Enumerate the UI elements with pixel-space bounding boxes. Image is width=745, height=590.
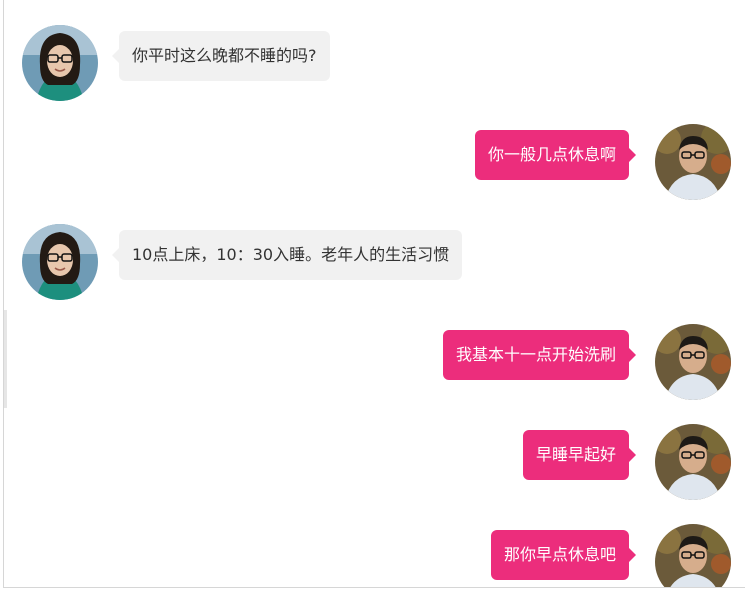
user-avatar[interactable] (655, 524, 731, 587)
message-text: 10点上床，10：30入睡。老年人的生活习惯 (132, 245, 450, 264)
user-avatar[interactable] (655, 124, 731, 200)
contact-avatar[interactable] (22, 25, 98, 101)
message-row-outgoing: 我基本十一点开始洗刷 (391, 324, 731, 400)
message-bubble[interactable]: 你平时这么晚都不睡的吗? (112, 31, 330, 81)
message-bubble[interactable]: 那你早点休息吧 (490, 530, 637, 580)
chat-window: 你平时这么晚都不睡的吗? 你一般几点休息啊 10点上床，10：30入睡。老年人的… (3, 0, 745, 588)
message-row-outgoing: 你一般几点休息啊 (431, 124, 731, 200)
message-bubble[interactable]: 早睡早起好 (522, 430, 637, 480)
message-bubble[interactable]: 我基本十一点开始洗刷 (442, 330, 637, 380)
message-text: 你一般几点休息啊 (487, 145, 616, 164)
message-row-outgoing: 早睡早起好 (471, 424, 731, 500)
message-text: 早睡早起好 (535, 445, 616, 464)
scroll-indicator[interactable] (4, 310, 7, 408)
message-bubble[interactable]: 10点上床，10：30入睡。老年人的生活习惯 (111, 230, 463, 280)
message-text: 你平时这么晚都不睡的吗? (132, 46, 317, 65)
contact-avatar[interactable] (22, 224, 98, 300)
message-row-incoming: 10点上床，10：30入睡。老年人的生活习惯 (22, 224, 522, 300)
message-row-incoming: 你平时这么晚都不睡的吗? (22, 25, 422, 101)
user-avatar[interactable] (655, 324, 731, 400)
user-avatar[interactable] (655, 424, 731, 500)
message-text: 那你早点休息吧 (503, 545, 616, 564)
message-row-outgoing: 那你早点休息吧 (431, 524, 731, 587)
message-text: 我基本十一点开始洗刷 (455, 345, 616, 364)
message-bubble[interactable]: 你一般几点休息啊 (474, 130, 637, 180)
